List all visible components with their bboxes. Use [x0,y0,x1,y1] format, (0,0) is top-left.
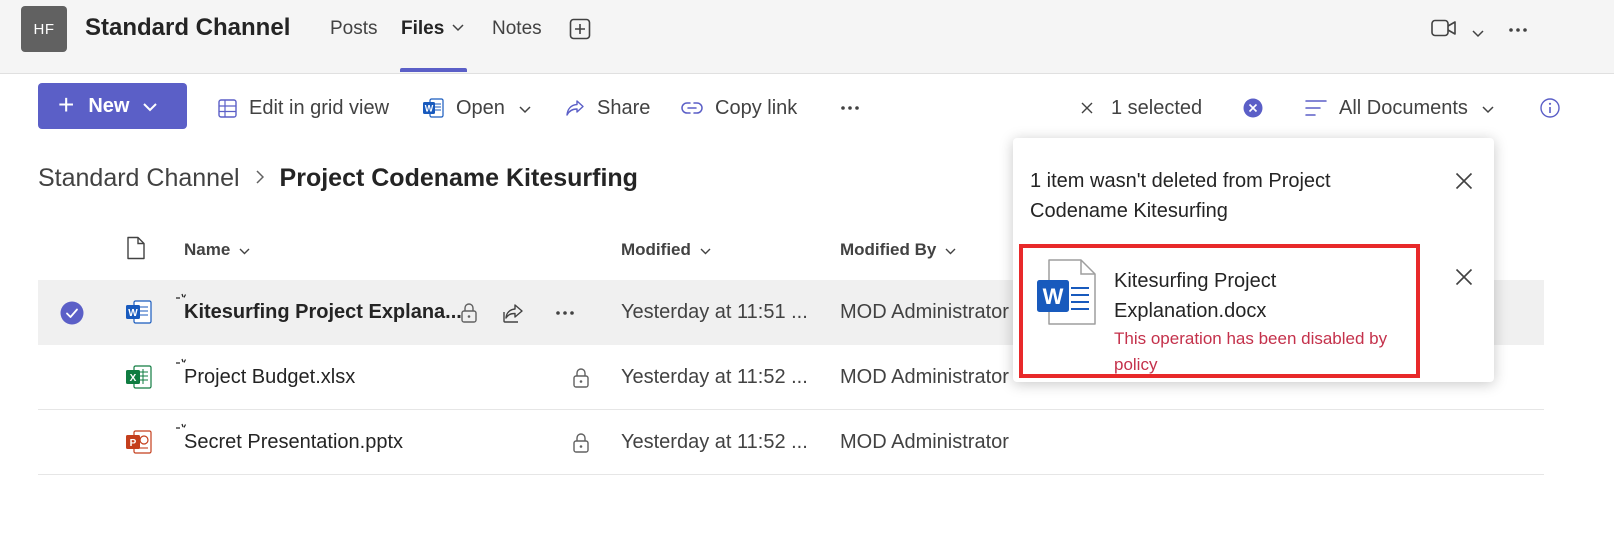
copy-link-label: Copy link [715,96,798,119]
svg-text:W: W [425,104,434,114]
file-name-link[interactable]: Kitesurfing Project Explana... [184,280,462,345]
close-icon [1081,102,1093,114]
modified-date: Yesterday at 11:52 ... [621,431,808,453]
file-name-link[interactable]: Project Budget.xlsx [184,345,355,410]
svg-text:W: W [128,308,138,319]
channel-header: HF Standard Channel Posts Files Notes [0,0,1614,74]
details-pane-button[interactable] [1540,95,1572,121]
failed-file-name: Kitesurfing Project Explanation.docx [1114,270,1277,322]
share-icon [566,99,584,116]
link-icon [681,102,703,114]
lock-icon [460,280,478,345]
selected-count-label: 1 selected [1111,96,1203,119]
channel-title: Standard Channel [85,14,291,41]
plus-icon: + [58,89,75,120]
word-icon: W [423,98,444,118]
selected-count: 1 selected [1111,95,1202,121]
tab-notes-label: Notes [492,18,542,39]
delete-error-notification: 1 item wasn't deleted from Project Coden… [1013,138,1494,382]
close-icon [1455,268,1473,286]
excel-file-icon: X [125,363,153,396]
edit-grid-view-label: Edit in grid view [249,96,390,119]
file-type-column-header[interactable] [126,236,146,260]
tab-files-label: Files [401,18,445,39]
svg-text:W: W [1043,284,1064,309]
info-icon [1540,98,1560,118]
chevron-down-icon [1482,97,1506,120]
svg-text:X: X [130,373,137,384]
more-actions-button[interactable] [840,95,872,121]
lock-icon [572,345,590,410]
modified-column-label: Modified [621,240,691,259]
view-selector[interactable]: All Documents [1305,95,1506,121]
copy-link-button[interactable]: Copy link [681,95,797,121]
breadcrumb: Standard Channel Project Codename Kitesu… [38,164,638,193]
share-button[interactable]: Share [565,95,650,121]
new-button-label: New [88,94,130,117]
word-file-icon: W [1035,258,1097,331]
tab-posts-label: Posts [330,18,378,39]
team-avatar[interactable]: HF [21,6,67,52]
tab-files[interactable]: Files [401,18,464,40]
clear-selection-button[interactable] [1243,95,1275,121]
policy-error-message: This operation has been disabled by poli… [1114,329,1388,374]
failed-item: W Kitesurfing Project Explanation.docx T… [1019,244,1420,378]
chevron-down-icon [143,95,158,118]
name-column-header[interactable]: Name [184,240,250,260]
row-more-button[interactable] [555,280,575,345]
word-file-icon: W [125,298,153,331]
open-button[interactable]: W Open [422,95,543,121]
close-icon [1455,172,1473,190]
lock-icon [572,410,590,475]
svg-text:P: P [130,438,137,449]
dismiss-item-button[interactable] [1455,268,1473,291]
row-checkbox[interactable] [60,280,84,345]
name-column-label: Name [184,240,231,259]
modified-by: MOD Administrator [840,366,1009,388]
modified-date: Yesterday at 11:51 ... [621,301,808,323]
modified-by-column-header[interactable]: Modified By [840,240,956,260]
list-view-icon [1305,100,1327,116]
dismiss-circle-icon [1243,98,1263,118]
notification-message: 1 item wasn't deleted from Project Coden… [1030,170,1331,222]
modified-date: Yesterday at 11:52 ... [621,366,808,388]
breadcrumb-parent-link[interactable]: Standard Channel [38,164,240,193]
new-button[interactable]: + New [38,83,187,129]
dismiss-notification-button[interactable] [1455,172,1473,195]
chevron-down-icon [700,240,711,260]
view-selector-label: All Documents [1339,96,1468,119]
modified-by-column-label: Modified By [840,240,937,259]
breadcrumb-current: Project Codename Kitesurfing [279,164,638,192]
chevron-down-icon [945,240,956,260]
more-icon [841,106,859,110]
modified-by: MOD Administrator [840,431,1009,453]
checkmark-circle-icon [60,301,84,324]
add-tab-icon[interactable] [569,18,591,45]
share-icon [503,303,523,323]
more-options-icon[interactable] [1508,22,1528,40]
tab-posts[interactable]: Posts [330,18,378,40]
grid-icon [218,98,237,118]
file-name-link[interactable]: Secret Presentation.pptx [184,410,403,475]
share-button-label: Share [597,96,651,119]
share-row-button[interactable] [501,280,525,345]
chevron-down-icon [452,19,464,35]
powerpoint-file-icon: P [125,428,153,461]
table-row[interactable]: P Secret Presentation.pptx Yesterday at … [38,410,1544,475]
chevron-down-icon [519,97,543,120]
chevron-right-icon [256,168,264,189]
modified-by: MOD Administrator [840,301,1009,323]
edit-grid-view-button[interactable]: Edit in grid view [218,95,389,121]
chevron-down-icon [239,240,250,260]
video-icon[interactable] [1431,19,1457,42]
modified-column-header[interactable]: Modified [621,240,711,260]
document-icon [127,236,145,260]
active-tab-indicator [400,68,467,72]
more-icon [556,310,574,315]
clear-selection-x[interactable] [1081,95,1105,121]
open-button-label: Open [456,96,505,119]
call-options-chevron-icon[interactable] [1472,25,1484,43]
tab-notes[interactable]: Notes [492,18,542,40]
